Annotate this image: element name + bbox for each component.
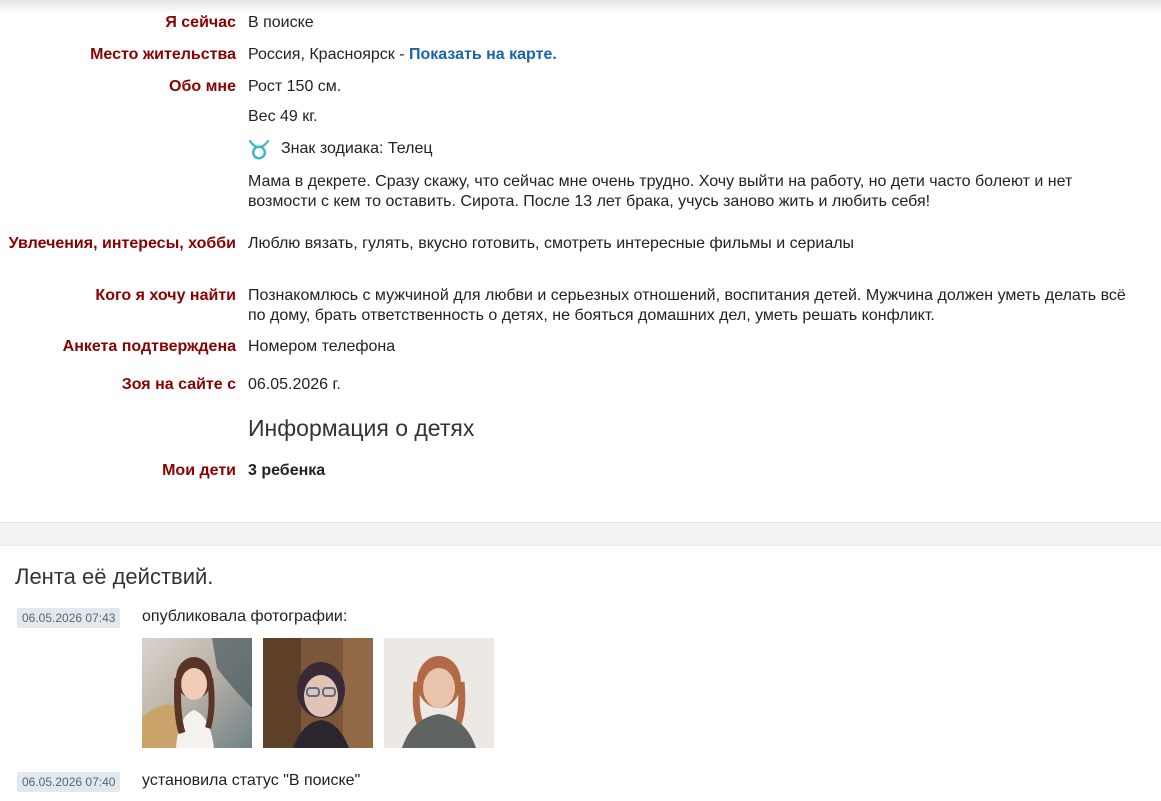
feed-text: опубликовала фотографии: <box>142 608 348 625</box>
zodiac-value: Знак зодиака: Телец <box>248 138 1138 160</box>
height-value: Рост 150 см. <box>248 78 342 95</box>
member-since-label: Зоя на сайте с <box>121 376 236 393</box>
photo-thumbnail[interactable] <box>384 638 494 748</box>
feed-timestamp: 06.05.2026 07:43 <box>17 608 121 628</box>
verified-value: Номером телефона <box>248 338 396 355</box>
taurus-icon <box>248 138 270 160</box>
zodiac-text: Знак зодиака: Телец <box>281 140 433 157</box>
children-value: 3 ребенка <box>248 462 326 479</box>
weight-value: Вес 49 кг. <box>248 108 318 125</box>
feed-text: установила статус "В поиске" <box>142 772 361 789</box>
verified-label: Анкета подтверждена <box>62 338 236 355</box>
feed-title: Лента её действий. <box>15 564 214 589</box>
children-section-title: Информация о детях <box>248 415 475 441</box>
children-label: Мои дети <box>162 462 236 479</box>
hobbies-label: Увлечения, интересы, хобби <box>8 235 236 252</box>
feed-timestamp: 06.05.2026 07:40 <box>17 772 121 792</box>
member-since-value: 06.05.2026 г. <box>248 376 341 393</box>
looking-for-value: Познакомлюсь с мужчиной для любви и серь… <box>248 287 1126 324</box>
status-label: Я сейчас <box>165 14 236 31</box>
show-on-map-link[interactable]: Показать на карте. <box>409 46 557 63</box>
status-value: В поиске <box>248 14 314 31</box>
about-text: Мама в декрете. Сразу скажу, что сейчас … <box>248 173 1073 210</box>
location-text: Россия, Красноярск - <box>248 46 405 63</box>
top-shadow <box>0 0 1161 14</box>
photo-thumbnail[interactable] <box>142 638 252 748</box>
location-value: Россия, Красноярск - Показать на карте. <box>248 45 1138 65</box>
hobbies-value: Люблю вязать, гулять, вкусно готовить, с… <box>248 235 855 252</box>
photo-gallery <box>142 638 494 748</box>
looking-for-label: Кого я хочу найти <box>95 287 236 304</box>
section-divider <box>0 522 1161 546</box>
about-label: Обо мне <box>169 78 236 95</box>
photo-thumbnail[interactable] <box>263 638 373 748</box>
location-label: Место жительства <box>90 46 236 63</box>
